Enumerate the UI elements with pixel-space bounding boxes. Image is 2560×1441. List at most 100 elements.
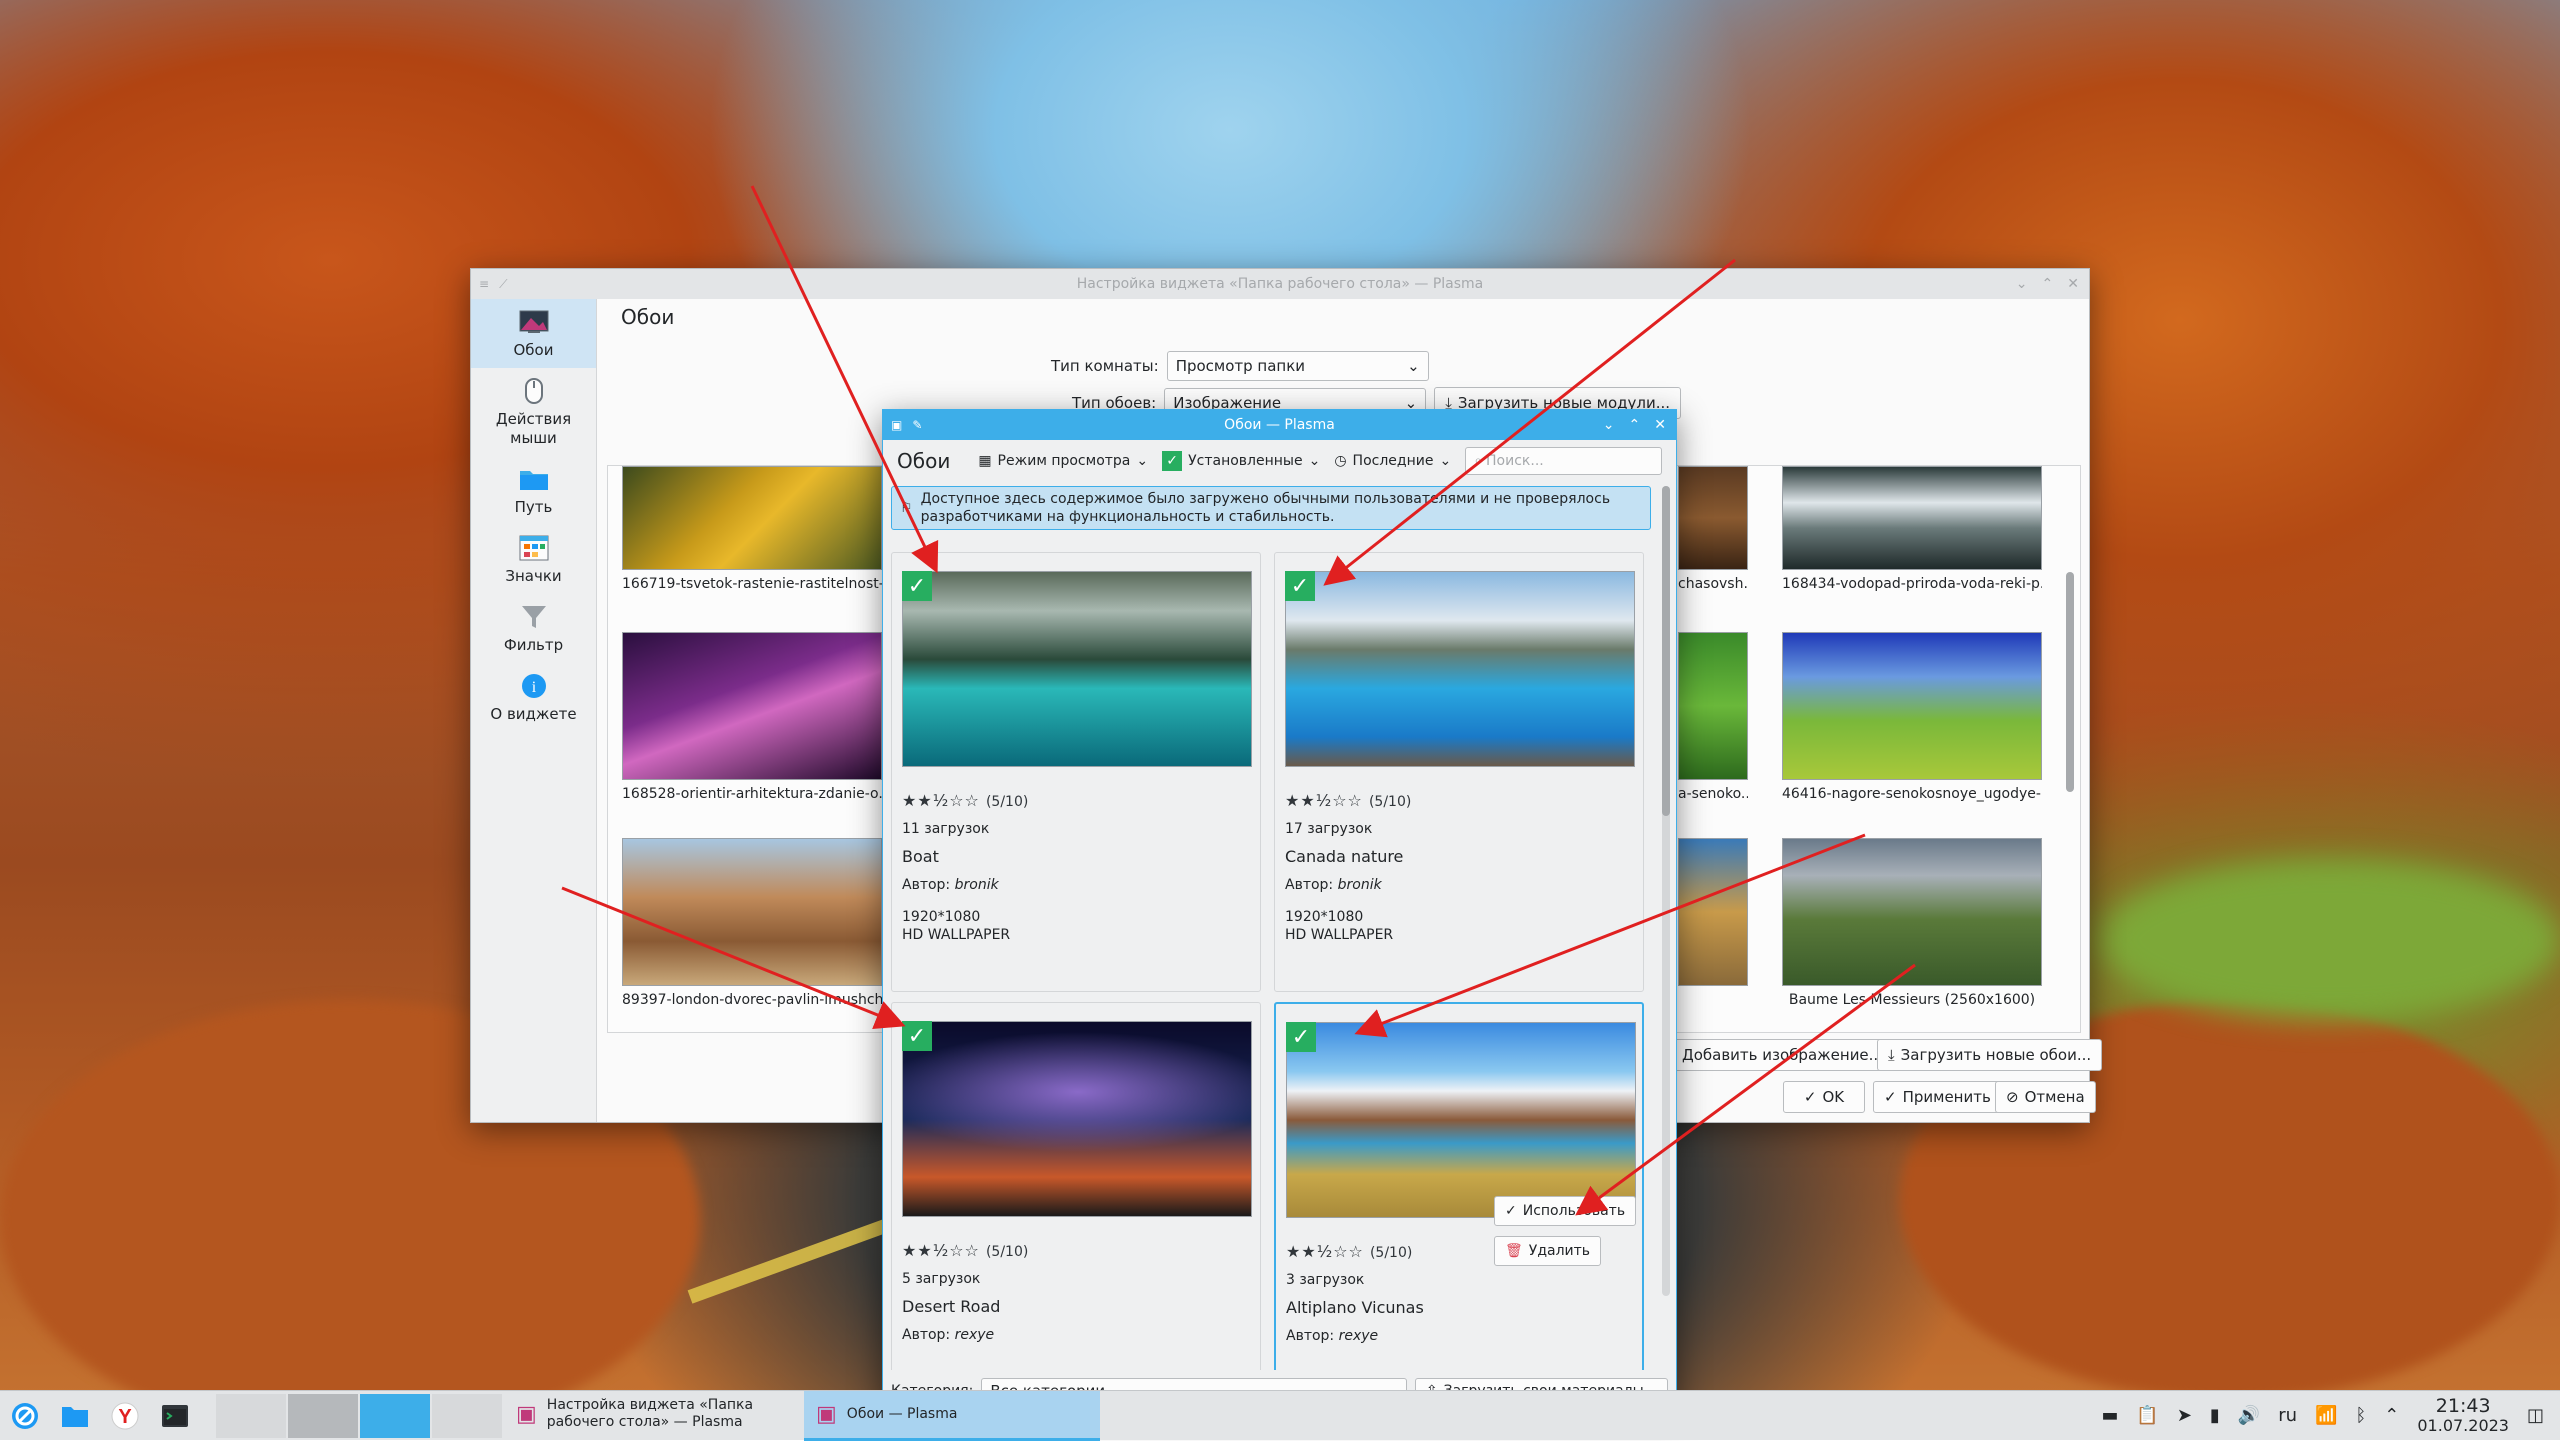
author-label: Автор:	[1285, 877, 1334, 893]
wallpaper-thumb[interactable]: 46416-nagore-senokosnoye_ugodye-...	[1782, 632, 2042, 802]
thumb-image	[1782, 838, 2042, 986]
card-image	[902, 1021, 1252, 1217]
taskbar: Y ▣ Настройка виджета «Папка рабочего сто…	[0, 1390, 2560, 1441]
battery-icon[interactable]: ▮	[2210, 1405, 2220, 1426]
overlay-titlebar[interactable]: ▣ ✎ Обои — Plasma ⌄ ⌃ ✕	[883, 410, 1676, 440]
wallpaper-card-desert-road[interactable]: ✓ ★★½☆☆ (5/10) 5 загрузок Desert Road Ав…	[891, 1002, 1261, 1370]
card-title: Canada nature	[1285, 847, 1404, 866]
close-icon[interactable]: ✕	[2067, 276, 2079, 292]
yandex-browser-icon[interactable]: Y	[100, 1391, 150, 1441]
virtual-desktop-2[interactable]	[288, 1393, 358, 1438]
sidebar-item-filter[interactable]: Фильтр	[471, 594, 596, 663]
show-desktop-icon[interactable]: ◫	[2527, 1405, 2544, 1426]
author-name: rexye	[954, 1327, 995, 1343]
ok-button[interactable]: ✓ OK	[1783, 1081, 1865, 1113]
cancel-button[interactable]: ⊘ Отмена	[1995, 1081, 2096, 1113]
cards-scrollbar[interactable]	[1662, 486, 1670, 1296]
folder-icon	[518, 464, 550, 494]
wallpaper-thumb[interactable]: 166719-tsvetok-rastenie-rastitelnost-l..…	[622, 466, 882, 592]
terminal-icon[interactable]	[150, 1391, 200, 1441]
screen-icon[interactable]: ▬	[2101, 1405, 2118, 1426]
layout-combo[interactable]: Просмотр папки ⌄	[1166, 351, 1429, 381]
sidebar-label-mouse: Действия мыши	[495, 410, 572, 447]
mouse-icon	[518, 376, 550, 406]
virtual-desktop-3[interactable]	[360, 1393, 430, 1438]
app-launcher-icon[interactable]	[0, 1391, 50, 1441]
view-mode-button[interactable]: ▦ Режим просмотра ⌄	[978, 453, 1148, 469]
scrollbar-thumb[interactable]	[1662, 486, 1670, 816]
get-new-wallpapers-button[interactable]: ⤓ Загрузить новые обои...	[1877, 1039, 2103, 1071]
maximize-icon[interactable]: ⌃	[1629, 417, 1641, 433]
clipboard-icon[interactable]: 📋	[2136, 1405, 2158, 1426]
thumb-image	[622, 632, 882, 780]
keyboard-layout[interactable]: ru	[2278, 1405, 2297, 1426]
sidebar-item-mouse-actions[interactable]: Действия мыши	[471, 368, 596, 456]
sort-button[interactable]: ◷ Последние ⌄	[1334, 453, 1451, 469]
virtual-desktop-4[interactable]	[432, 1393, 502, 1438]
author-label: Автор:	[902, 1327, 951, 1343]
telegram-icon[interactable]: ➤	[2177, 1405, 2192, 1426]
clock-icon: ◷	[1334, 453, 1347, 469]
downloads-count: 5 загрузок	[902, 1271, 981, 1287]
sidebar-label-wallpaper: Обои	[513, 341, 554, 359]
clock-time: 21:43	[2435, 1394, 2491, 1417]
installed-label: Установленные	[1188, 453, 1303, 469]
minimize-icon[interactable]: ⌄	[1603, 417, 1615, 433]
apply-button[interactable]: ✓ Применить	[1873, 1081, 2002, 1113]
wallpaper-thumb[interactable]: Baume Les Messieurs (2560x1600)	[1782, 838, 2042, 1008]
delete-button[interactable]: 🗑 Удалить	[1494, 1236, 1602, 1266]
overlay-toolbar: Обои ▦ Режим просмотра ⌄ ✓ Установленные ⌄ ◷…	[883, 440, 1676, 482]
sidebar-label-icons: Значки	[505, 567, 562, 585]
close-icon[interactable]: ✕	[1654, 417, 1666, 433]
wallpaper-card-canada-nature[interactable]: ✓ ★★½☆☆ (5/10) 17 загрузок Canada nature…	[1274, 552, 1644, 992]
add-image-button[interactable]: Добавить изображение...	[1671, 1039, 1894, 1071]
wallpaper-thumb[interactable]: 168528-orientir-arhitektura-zdanie-o...	[622, 632, 882, 802]
volume-icon[interactable]: 🔊	[2238, 1405, 2260, 1426]
rating-stars: ★★½☆☆ (5/10)	[1286, 1242, 1413, 1261]
tray-expand-icon[interactable]: ⌃	[2384, 1405, 2399, 1426]
author-name: bronik	[954, 877, 999, 893]
task-widget-settings[interactable]: ▣ Настройка виджета «Папка рабочего стола…	[504, 1391, 804, 1441]
sidebar-item-icons[interactable]: Значки	[471, 525, 596, 594]
pin-icon[interactable]: ✎	[912, 418, 922, 432]
bluetooth-icon[interactable]: ᛒ	[2355, 1405, 2366, 1426]
cancel-icon: ⊘	[2006, 1088, 2019, 1106]
get-new-wallpapers-label: Загрузить новые обои...	[1900, 1046, 2092, 1064]
sidebar-item-location[interactable]: Путь	[471, 456, 596, 525]
sidebar-label-about: О виджете	[490, 705, 577, 723]
task-label: Настройка виджета «Папка рабочего стола»…	[546, 1397, 754, 1430]
downloads-count: 17 загрузок	[1285, 821, 1373, 837]
wallpaper-card-boat[interactable]: ✓ ★★½☆☆ (5/10) 11 загрузок Boat Автор: b…	[891, 552, 1261, 992]
wifi-icon[interactable]: 📶	[2315, 1405, 2337, 1426]
sidebar-item-about[interactable]: i О виджете	[471, 663, 596, 732]
wallpaper-thumb[interactable]: 89397-london-dvorec-pavlin-imushch...	[622, 838, 882, 1008]
wallpaper-thumb[interactable]: a-senoko...	[1678, 632, 1748, 802]
search-input[interactable]: ⌕ Поиск...	[1465, 447, 1662, 475]
layout-label: Тип комнаты:	[1051, 357, 1159, 375]
installed-check-icon: ✓	[1285, 571, 1315, 601]
virtual-desktop-1[interactable]	[216, 1393, 286, 1438]
wallpaper-thumb[interactable]: chasovsh...	[1678, 466, 1748, 592]
pin-icon[interactable]: ⟋	[499, 277, 507, 292]
view-mode-label: Режим просмотра	[997, 453, 1131, 469]
maximize-icon[interactable]: ⌃	[2042, 276, 2054, 292]
author-label: Автор:	[902, 877, 951, 893]
app-icon: ▣	[816, 1401, 837, 1427]
grid-scrollbar[interactable]	[2066, 572, 2074, 792]
main-titlebar[interactable]: ≡ ⟋ Настройка виджета «Папка рабочего сто…	[471, 269, 2089, 299]
clock[interactable]: 21:43 01.07.2023	[2417, 1396, 2509, 1436]
window-menu-icon[interactable]: ≡	[479, 277, 489, 291]
overlay-window-title: Обои — Plasma	[1224, 417, 1335, 433]
installed-filter[interactable]: ✓ Установленные ⌄	[1162, 451, 1320, 471]
wallpaper-thumb[interactable]	[1678, 838, 1748, 986]
file-manager-icon[interactable]	[50, 1391, 100, 1441]
task-wallpapers[interactable]: ▣ Обои — Plasma	[804, 1390, 1100, 1441]
card-image	[1285, 571, 1635, 767]
minimize-icon[interactable]: ⌄	[2016, 276, 2028, 292]
layout-value: Просмотр папки	[1175, 357, 1306, 375]
wallpaper-card-altiplano-vicunas[interactable]: ✓ ✓ Использовать 🗑 Удалить ★★½☆☆ (5/10) 3 …	[1274, 1002, 1644, 1370]
sidebar-item-wallpaper[interactable]: Обои	[471, 299, 596, 368]
use-button[interactable]: ✓ Использовать	[1494, 1196, 1637, 1226]
main-window-title: Настройка виджета «Папка рабочего стола»…	[1076, 276, 1484, 292]
wallpaper-thumb[interactable]: 168434-vodopad-priroda-voda-reki-p...	[1782, 466, 2042, 592]
